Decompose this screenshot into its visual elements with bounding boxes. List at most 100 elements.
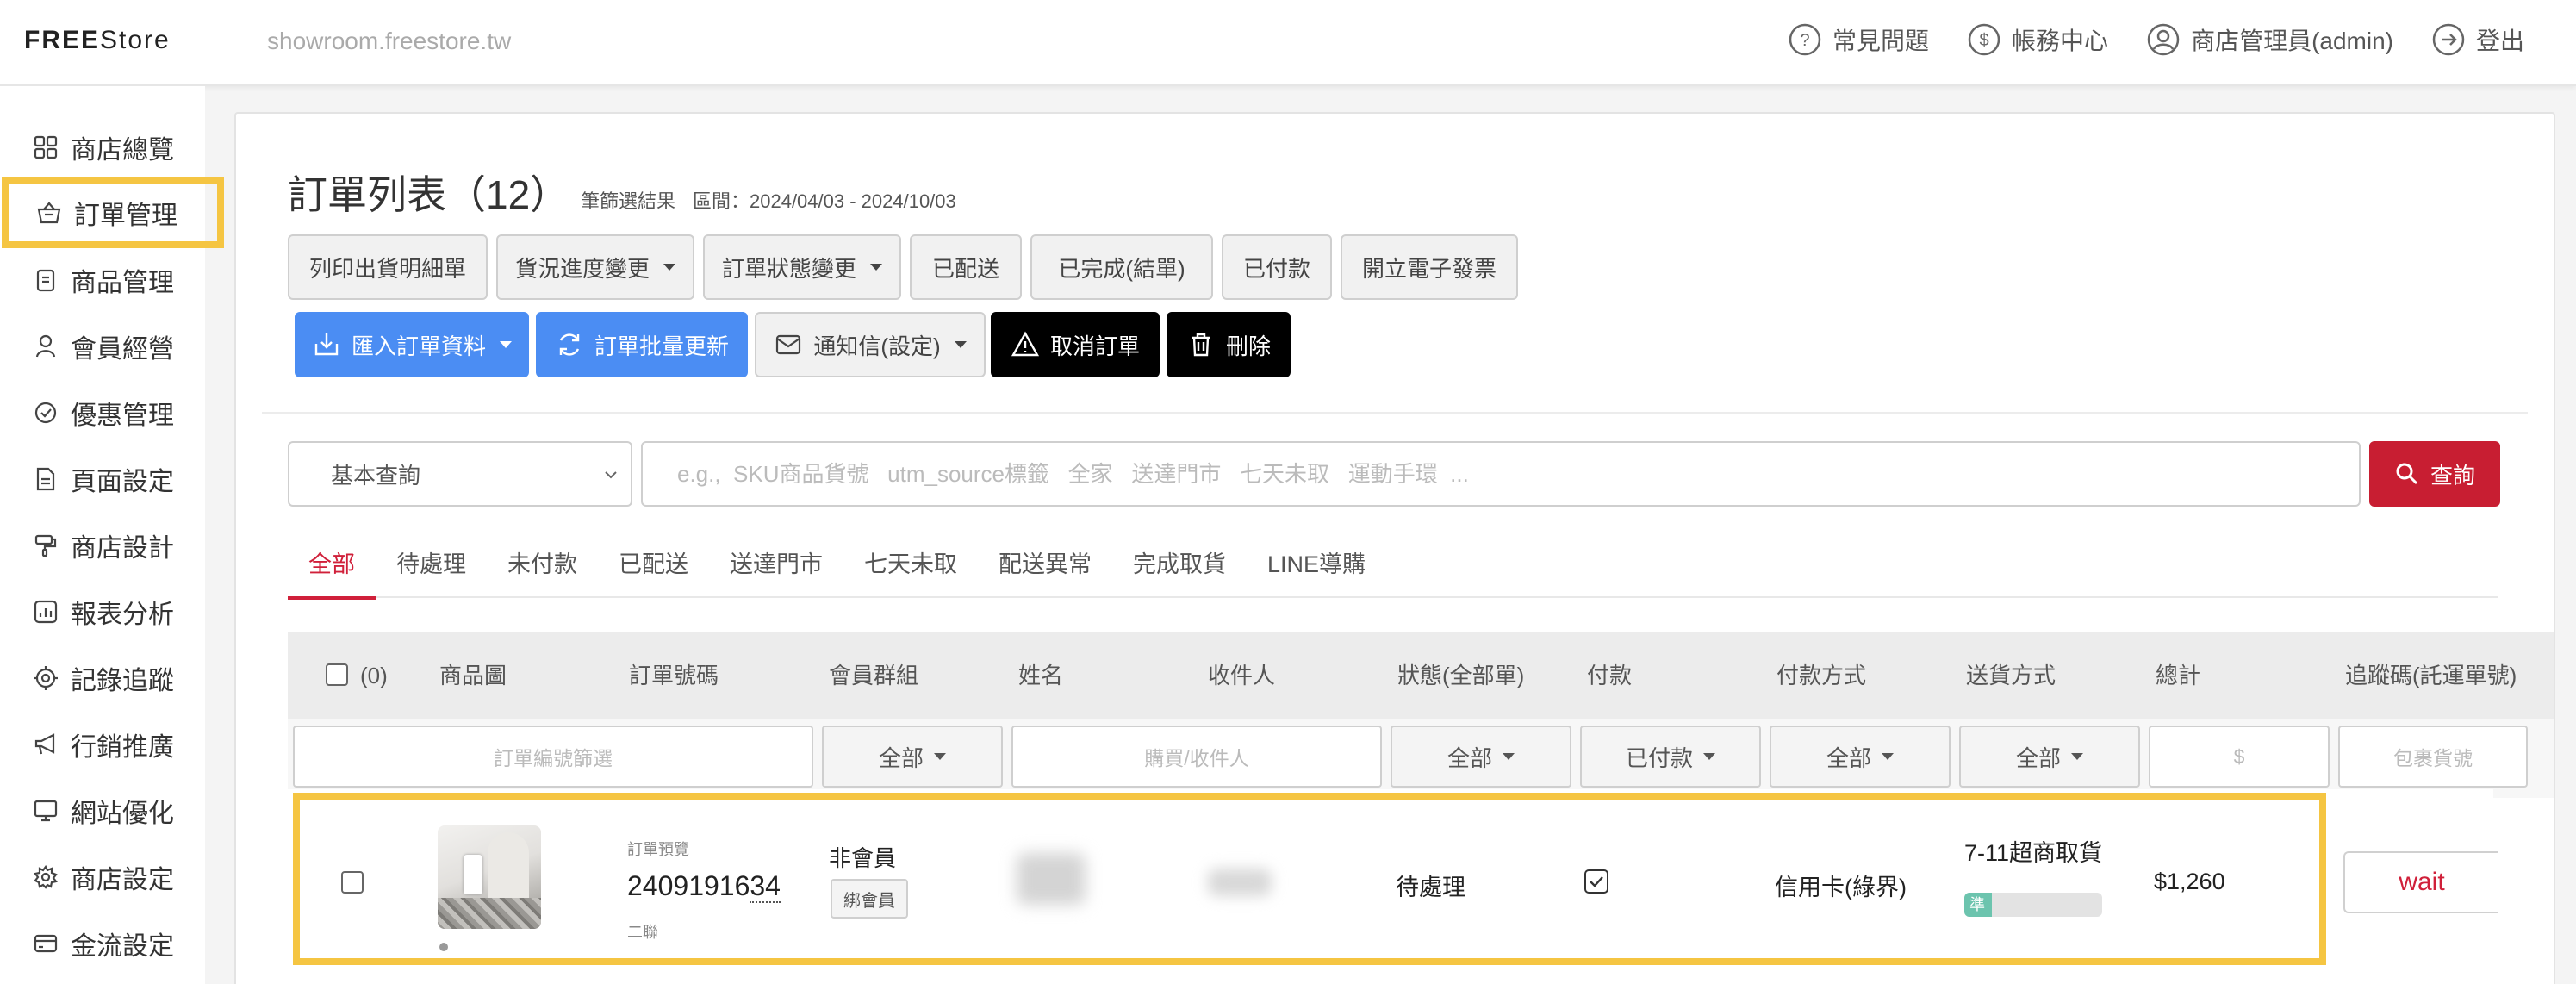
col-recipient[interactable]: 收件人 (1208, 632, 1275, 719)
buyer-filter[interactable]: 購買/收件人 (1011, 726, 1382, 788)
sidebar-item-orders[interactable]: 訂單管理 (2, 177, 224, 248)
search-input[interactable] (641, 441, 2361, 507)
import-orders-button[interactable]: 匯入訂單資料 (295, 312, 529, 377)
col-order-no[interactable]: 訂單號碼 (629, 632, 719, 719)
notify-label: 通知信(設定) (813, 333, 941, 359)
mark-completed-button[interactable]: 已完成(結單) (1030, 234, 1213, 300)
dollar-icon: $ (1968, 23, 2000, 56)
row-checkbox[interactable] (341, 871, 364, 894)
mark-shipped-button[interactable]: 已配送 (910, 234, 1022, 300)
sidebar-item-label: 網站優化 (71, 800, 174, 828)
faq-link[interactable]: ? 常見問題 (1788, 22, 1929, 57)
sidebar-item-members[interactable]: 會員經營 (0, 316, 205, 377)
sidebar-item-label: 商品管理 (71, 269, 174, 297)
payment-method-filter[interactable]: 全部 (1770, 726, 1951, 788)
freestore-logo[interactable]: FREEStore (24, 26, 171, 55)
sidebar-item-label: 會員經營 (71, 335, 174, 364)
order-no-filter[interactable]: 訂單編號篩選 (293, 726, 813, 788)
order-preview-tag: 訂單預覽 (627, 841, 689, 858)
print-shipping-button[interactable]: 列印出貨明細單 (288, 234, 488, 300)
sidebar-item-settings[interactable]: 商店設定 (0, 847, 205, 907)
sidebar-item-reports[interactable]: 報表分析 (0, 582, 205, 642)
status-filter-value: 全部 (1447, 744, 1492, 771)
sidebar-item-tracking[interactable]: 記錄追蹤 (0, 648, 205, 708)
table-header: (0) 商品圖 訂單號碼 會員群組 姓名 收件人 狀態(全部單) 付款 付款方式… (288, 632, 2554, 719)
admin-link[interactable]: 商店管理員(admin) (2146, 22, 2393, 57)
caret-down-icon (663, 264, 675, 271)
search-mode-value: 基本查詢 (331, 462, 421, 489)
col-total[interactable]: 總計 (2156, 632, 2200, 719)
issue-invoice-button[interactable]: 開立電子發票 (1341, 234, 1518, 300)
billing-link[interactable]: $ 帳務中心 (1967, 22, 2108, 57)
col-status[interactable]: 狀態(全部單) (1397, 632, 1524, 719)
mark-paid-button[interactable]: 已付款 (1222, 234, 1332, 300)
col-payment[interactable]: 付款 (1587, 632, 1632, 719)
batch-update-button[interactable]: 訂單批量更新 (536, 312, 748, 377)
sidebar-item-products[interactable]: 商品管理 (0, 250, 205, 310)
tab-shipping-error[interactable]: 配送異常 (978, 529, 1112, 600)
sidebar-item-overview[interactable]: 商店總覽 (0, 117, 205, 177)
import-label: 匯入訂單資料 (351, 333, 486, 359)
col-payment-method[interactable]: 付款方式 (1776, 632, 1866, 719)
search-button[interactable]: 查詢 (2369, 441, 2500, 507)
shipping-filter[interactable]: 全部 (1959, 726, 2140, 788)
user-icon (35, 334, 56, 358)
sidebar-item-label: 優惠管理 (71, 402, 174, 430)
bind-member-button[interactable]: 綁會員 (831, 879, 908, 919)
member-group-filter[interactable]: 全部 (822, 726, 1003, 788)
col-tracking[interactable]: 追蹤碼(託運單號) (2345, 632, 2517, 719)
chevron-down-icon (605, 471, 617, 479)
select-all-checkbox[interactable] (326, 663, 348, 686)
sidebar-item-label: 訂單管理 (74, 202, 177, 230)
logout-link[interactable]: 登出 (2431, 22, 2524, 57)
notify-settings-dropdown[interactable]: 通知信(設定) (755, 312, 986, 377)
total-filter[interactable]: $ (2149, 726, 2330, 788)
tab-shipped[interactable]: 已配送 (598, 529, 709, 600)
order-status-value: 待處理 (1396, 875, 1465, 900)
col-member-group[interactable]: 會員群組 (829, 632, 918, 719)
tab-arrived-store[interactable]: 送達門市 (709, 529, 843, 600)
caret-down-icon (2071, 753, 2083, 760)
payment-method-filter-value: 全部 (1826, 744, 1871, 771)
col-shipping[interactable]: 送貨方式 (1966, 632, 2056, 719)
order-status-dropdown[interactable]: 訂單狀態變更 (703, 234, 901, 300)
blurred-buyer-name (1017, 853, 1086, 905)
tab-unpaid[interactable]: 未付款 (487, 529, 598, 600)
caret-down-icon (934, 753, 946, 760)
search-mode-select[interactable]: 基本查詢 (288, 441, 632, 507)
invoice-label: 開立電子發票 (1361, 255, 1496, 282)
shop-domain[interactable]: showroom.freestore.tw (267, 28, 511, 55)
sidebar-item-marketing[interactable]: 行銷推廣 (0, 714, 205, 775)
tracking-wait-button[interactable]: wait (2343, 851, 2498, 913)
sidebar-item-pages[interactable]: 頁面設定 (0, 449, 205, 509)
sidebar-item-seo[interactable]: 網站優化 (0, 781, 205, 841)
sidebar-item-label: 記錄追蹤 (71, 667, 174, 695)
shipped-label: 已配送 (931, 255, 999, 282)
cancel-order-button[interactable]: 取消訂單 (991, 312, 1160, 377)
tab-all[interactable]: 全部 (288, 529, 376, 600)
order-number[interactable]: 2409191634 (627, 870, 781, 903)
order-status-label: 訂單狀態變更 (721, 255, 856, 282)
shipping-filter-value: 全部 (2015, 744, 2061, 771)
order-total-value: $1,260 (2154, 869, 2225, 894)
product-thumbnail[interactable] (438, 825, 541, 929)
tab-pending[interactable]: 待處理 (376, 529, 487, 600)
sidebar-item-payments[interactable]: 金流設定 (0, 913, 205, 974)
col-name[interactable]: 姓名 (1018, 632, 1063, 719)
page-title: 訂單列表（12） (288, 172, 570, 217)
delete-button[interactable]: 刪除 (1167, 312, 1291, 377)
payment-filter[interactable]: 已付款 (1580, 726, 1761, 788)
trash-icon (1191, 333, 1210, 357)
tab-picked-up[interactable]: 完成取貨 (1112, 529, 1247, 600)
tab-line-shopping[interactable]: LINE導購 (1247, 529, 1386, 600)
svg-text:?: ? (1800, 31, 1809, 50)
bind-member-label: 綁會員 (843, 891, 895, 911)
sidebar-item-promotions[interactable]: 優惠管理 (0, 383, 205, 443)
gear-icon (34, 864, 58, 889)
shipping-progress-dropdown[interactable]: 貨況進度變更 (496, 234, 694, 300)
tab-not-picked-7days[interactable]: 七天未取 (843, 529, 978, 600)
card-icon (34, 934, 58, 953)
tracking-filter[interactable]: 包裹貨號 (2338, 726, 2528, 788)
status-filter[interactable]: 全部 (1391, 726, 1571, 788)
sidebar-item-design[interactable]: 商店設計 (0, 515, 205, 576)
